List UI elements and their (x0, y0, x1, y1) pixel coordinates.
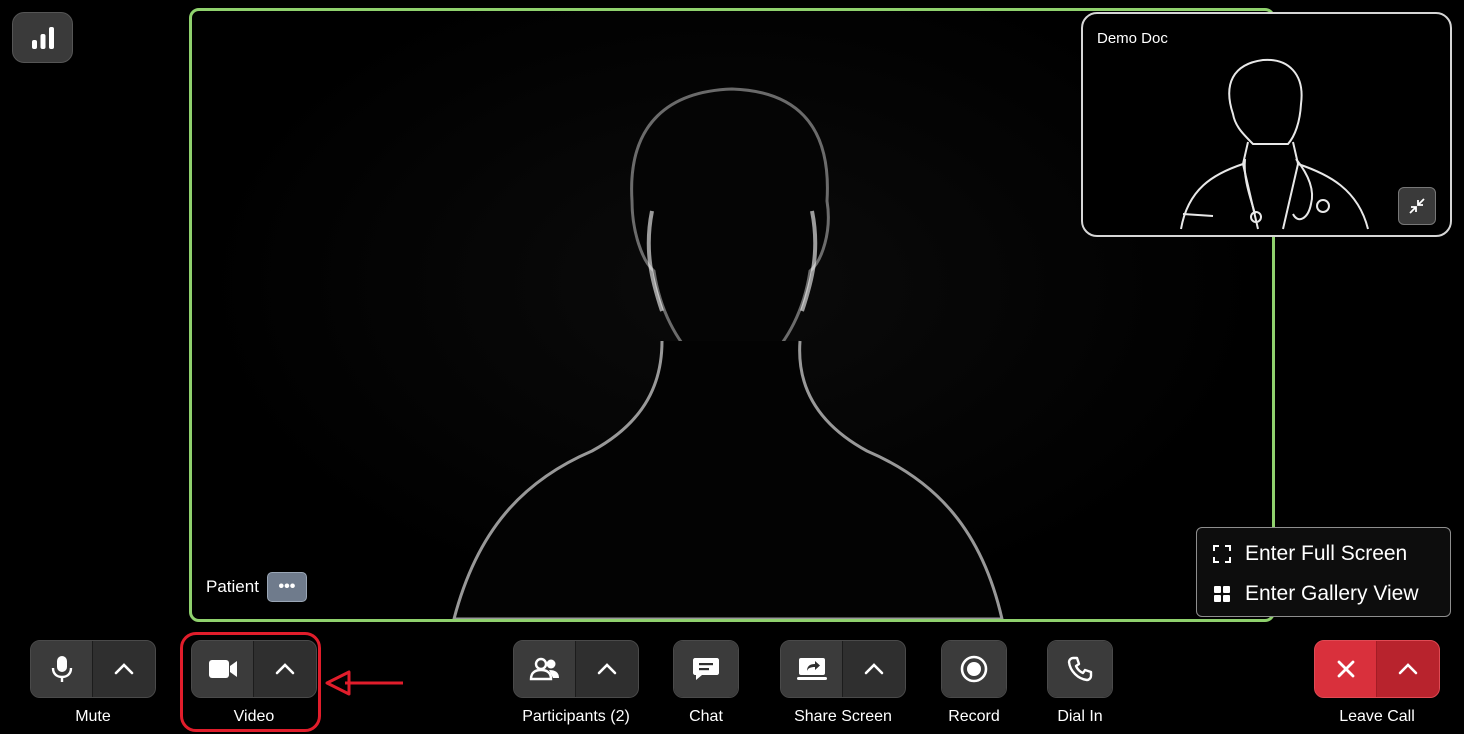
participant-label: Patient ••• (206, 572, 307, 602)
mute-button-group (30, 640, 156, 698)
doctor-avatar-illustration (1180, 58, 1369, 230)
record-control: Record (941, 640, 1007, 726)
more-dots-icon: ••• (278, 578, 296, 595)
record-button[interactable] (942, 641, 1006, 697)
chevron-up-icon (114, 663, 134, 675)
chevron-up-icon (597, 663, 617, 675)
participants-button-group (513, 640, 639, 698)
share-screen-control: Share Screen (780, 640, 906, 726)
microphone-icon (51, 656, 72, 682)
participants-label: Participants (2) (522, 708, 630, 725)
participants-icon (529, 657, 559, 681)
annotation-highlight-box (180, 632, 321, 732)
chat-control: Chat (673, 640, 739, 726)
chat-button[interactable] (674, 641, 738, 697)
leave-call-control: Leave Call (1314, 640, 1440, 726)
annotation-arrow-icon (325, 670, 403, 696)
chevron-up-icon (1398, 663, 1418, 675)
connection-stats-button[interactable] (12, 12, 73, 63)
leave-call-button-group (1314, 640, 1440, 698)
share-screen-options-button[interactable] (843, 641, 905, 697)
leave-call-button[interactable] (1315, 641, 1377, 697)
mute-control: Mute (30, 640, 156, 726)
chat-icon (693, 658, 719, 680)
collapse-arrows-icon (1409, 198, 1425, 214)
phone-icon (1067, 656, 1093, 682)
minimize-self-view-button[interactable] (1398, 187, 1436, 225)
participants-options-button[interactable] (576, 641, 638, 697)
mute-button[interactable] (31, 641, 93, 697)
close-icon (1337, 660, 1354, 678)
leave-call-options-button[interactable] (1377, 641, 1439, 697)
leave-call-label: Leave Call (1339, 708, 1415, 725)
chat-label: Chat (689, 708, 723, 725)
enter-gallery-view-item[interactable]: Enter Gallery View (1213, 574, 1434, 614)
share-screen-icon (796, 658, 827, 680)
participant-name: Patient (206, 577, 259, 596)
mute-label: Mute (75, 708, 111, 725)
share-screen-label: Share Screen (794, 708, 892, 725)
view-options-menu: Enter Full Screen Enter Gallery View (1196, 527, 1451, 617)
fullscreen-icon (1213, 545, 1231, 563)
enter-gallery-view-label: Enter Gallery View (1245, 582, 1419, 605)
dial-in-button[interactable] (1048, 641, 1112, 697)
signal-bars-icon (31, 26, 54, 49)
chevron-up-icon (864, 663, 884, 675)
dial-in-button-group (1047, 640, 1113, 698)
record-button-group (941, 640, 1007, 698)
enter-full-screen-label: Enter Full Screen (1245, 542, 1408, 565)
gallery-icon (1214, 586, 1230, 602)
self-view-tile[interactable]: Demo Doc (1081, 12, 1452, 237)
dial-in-label: Dial In (1057, 708, 1103, 725)
participants-button[interactable] (514, 641, 576, 697)
record-label: Record (948, 708, 1000, 725)
share-screen-button-group (780, 640, 906, 698)
share-screen-button[interactable] (781, 641, 843, 697)
participant-more-options-button[interactable]: ••• (266, 572, 307, 602)
audio-options-button[interactable] (93, 641, 155, 697)
chat-button-group (673, 640, 739, 698)
participants-control: Participants (2) (513, 640, 639, 726)
enter-full-screen-item[interactable]: Enter Full Screen (1213, 534, 1434, 574)
record-icon (960, 655, 988, 683)
dial-in-control: Dial In (1047, 640, 1113, 726)
